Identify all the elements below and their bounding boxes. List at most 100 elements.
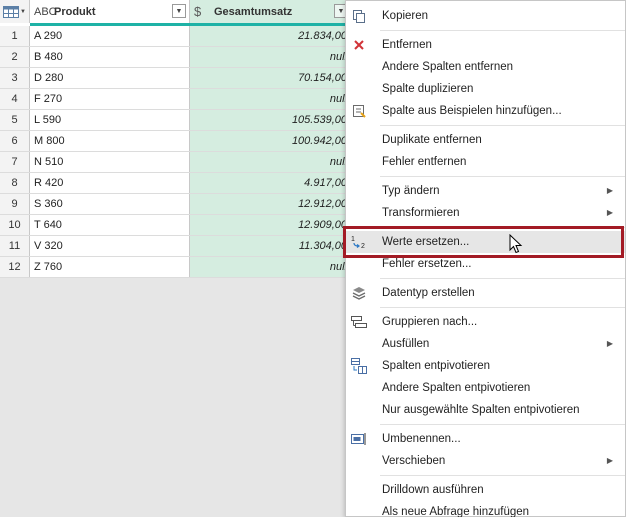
menu-item-remove[interactable]: Entfernen xyxy=(346,34,625,56)
delete-icon xyxy=(351,37,367,53)
cell-gesamtumsatz[interactable]: null xyxy=(190,47,352,67)
cell-produkt[interactable]: V 320 xyxy=(30,236,190,256)
replace-values-icon: 12 xyxy=(351,234,367,250)
menu-item-fill[interactable]: Ausfüllen ▶ xyxy=(346,333,625,355)
table-row[interactable]: 12 Z 760 null xyxy=(0,257,352,278)
menu-item-drilldown[interactable]: Drilldown ausführen xyxy=(346,479,625,501)
cell-gesamtumsatz[interactable]: null xyxy=(190,89,352,109)
menu-item-replace-errors[interactable]: Fehler ersetzen... xyxy=(346,253,625,275)
cell-produkt[interactable]: D 280 xyxy=(30,68,190,88)
menu-item-add-as-query[interactable]: Als neue Abfrage hinzufügen xyxy=(346,501,625,517)
table-row[interactable]: 10 T 640 12.909,00 xyxy=(0,215,352,236)
menu-item-label: Andere Spalten entfernen xyxy=(382,61,514,73)
cell-produkt[interactable]: F 270 xyxy=(30,89,190,109)
unpivot-icon xyxy=(351,358,367,374)
table-row[interactable]: 6M 800 100.942,00 xyxy=(0,131,352,152)
menu-item-label: Transformieren xyxy=(382,207,460,219)
submenu-arrow-icon: ▶ xyxy=(606,208,613,217)
cell-gesamtumsatz[interactable]: 12.912,00 xyxy=(190,194,352,214)
table-row[interactable]: 3D 280 70.154,00 xyxy=(0,68,352,89)
menu-item-label: Gruppieren nach... xyxy=(382,316,478,328)
menu-item-remove-other-columns[interactable]: Andere Spalten entfernen xyxy=(346,56,625,78)
datatype-icon xyxy=(351,285,367,301)
table-row[interactable]: 9S 360 12.912,00 xyxy=(0,194,352,215)
menu-item-rename[interactable]: Umbenennen... xyxy=(346,428,625,450)
menu-separator xyxy=(380,125,625,126)
menu-item-label: Fehler ersetzen... xyxy=(382,258,472,270)
menu-item-change-type[interactable]: Typ ändern ▶ xyxy=(346,180,625,202)
menu-item-label: Datentyp erstellen xyxy=(382,287,475,299)
table-row[interactable]: 5L 590 105.539,00 xyxy=(0,110,352,131)
menu-item-label: Fehler entfernen xyxy=(382,156,467,168)
menu-item-unpivot-selected[interactable]: Nur ausgewählte Spalten entpivotieren xyxy=(346,399,625,421)
menu-item-copy[interactable]: Kopieren xyxy=(346,5,625,27)
menu-item-group-by[interactable]: Gruppieren nach... xyxy=(346,311,625,333)
currency-type-icon[interactable]: $ xyxy=(194,4,214,19)
menu-item-duplicate-column[interactable]: Spalte duplizieren xyxy=(346,78,625,100)
row-number: 1 xyxy=(0,26,30,46)
group-by-icon xyxy=(351,314,367,330)
cell-produkt[interactable]: R 420 xyxy=(30,173,190,193)
menu-separator xyxy=(380,30,625,31)
column-title: Gesamtumsatz xyxy=(214,5,293,18)
cell-gesamtumsatz[interactable]: null xyxy=(190,257,352,277)
cell-produkt[interactable]: M 800 xyxy=(30,131,190,151)
column-header-row: ▼ ABC Produkt ▼ $ Gesamtumsatz ▼ xyxy=(0,0,352,23)
submenu-arrow-icon: ▶ xyxy=(606,339,613,348)
menu-item-column-from-examples[interactable]: Spalte aus Beispielen hinzufügen... xyxy=(346,100,625,122)
cell-gesamtumsatz[interactable]: 4.917,00 xyxy=(190,173,352,193)
copy-icon xyxy=(351,8,367,24)
table-row[interactable]: 7N 510 null xyxy=(0,152,352,173)
filter-dropdown-button[interactable]: ▼ xyxy=(172,4,186,18)
menu-item-unpivot[interactable]: Spalten entpivotieren xyxy=(346,355,625,377)
row-number: 2 xyxy=(0,47,30,67)
menu-item-remove-errors[interactable]: Fehler entfernen xyxy=(346,151,625,173)
table-row[interactable]: 8R 420 4.917,00 xyxy=(0,173,352,194)
cell-produkt[interactable]: S 360 xyxy=(30,194,190,214)
cell-gesamtumsatz[interactable]: 70.154,00 xyxy=(190,68,352,88)
context-menu: Kopieren Entfernen Andere Spalten entfer… xyxy=(345,0,626,517)
menu-separator xyxy=(380,278,625,279)
cell-produkt[interactable]: A 290 xyxy=(30,26,190,46)
text-type-icon[interactable]: ABC xyxy=(34,6,57,18)
column-header-produkt[interactable]: ABC Produkt ▼ xyxy=(30,0,190,23)
cell-produkt[interactable]: Z 760 xyxy=(30,257,190,277)
submenu-arrow-icon: ▶ xyxy=(606,186,613,195)
data-grid: ▼ ABC Produkt ▼ $ Gesamtumsatz ▼ 1A 290 2… xyxy=(0,0,352,278)
cell-produkt[interactable]: L 590 xyxy=(30,110,190,130)
menu-item-move[interactable]: Verschieben ▶ xyxy=(346,450,625,472)
cell-produkt[interactable]: B 480 xyxy=(30,47,190,67)
table-row[interactable]: 4F 270 null xyxy=(0,89,352,110)
row-number: 8 xyxy=(0,173,30,193)
table-row[interactable]: 11 V 320 11.304,00 xyxy=(0,236,352,257)
menu-item-label: Drilldown ausführen xyxy=(382,484,484,496)
menu-item-create-datatype[interactable]: Datentyp erstellen xyxy=(346,282,625,304)
menu-item-replace-values[interactable]: 12 Werte ersetzen... xyxy=(346,231,625,253)
cell-gesamtumsatz[interactable]: 11.304,00 xyxy=(190,236,352,256)
menu-item-unpivot-other[interactable]: Andere Spalten entpivotieren xyxy=(346,377,625,399)
menu-item-transform[interactable]: Transformieren ▶ xyxy=(346,202,625,224)
menu-item-label: Nur ausgewählte Spalten entpivotieren xyxy=(382,404,580,416)
cell-gesamtumsatz[interactable]: 105.539,00 xyxy=(190,110,352,130)
column-header-gesamtumsatz[interactable]: $ Gesamtumsatz ▼ xyxy=(190,0,352,23)
svg-text:1: 1 xyxy=(351,236,355,243)
menu-separator xyxy=(380,307,625,308)
cell-produkt[interactable]: N 510 xyxy=(30,152,190,172)
menu-item-label: Typ ändern xyxy=(382,185,440,197)
cell-produkt[interactable]: T 640 xyxy=(30,215,190,235)
cell-gesamtumsatz[interactable]: 21.834,00 xyxy=(190,26,352,46)
submenu-arrow-icon: ▶ xyxy=(606,456,613,465)
table-menu-button[interactable]: ▼ xyxy=(0,0,30,23)
menu-separator xyxy=(380,424,625,425)
svg-text:2: 2 xyxy=(361,243,365,250)
cell-gesamtumsatz[interactable]: 12.909,00 xyxy=(190,215,352,235)
table-icon xyxy=(3,5,20,18)
table-row[interactable]: 1A 290 21.834,00 xyxy=(0,26,352,47)
menu-item-label: Werte ersetzen... xyxy=(382,236,470,248)
cell-gesamtumsatz[interactable]: null xyxy=(190,152,352,172)
row-number: 9 xyxy=(0,194,30,214)
menu-item-remove-duplicates[interactable]: Duplikate entfernen xyxy=(346,129,625,151)
table-row[interactable]: 2B 480 null xyxy=(0,47,352,68)
cell-gesamtumsatz[interactable]: 100.942,00 xyxy=(190,131,352,151)
row-number: 11 xyxy=(0,236,30,256)
